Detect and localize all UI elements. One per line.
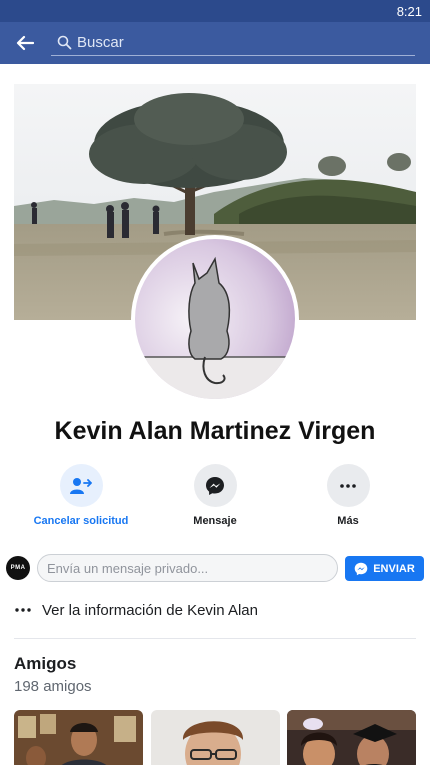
cancel-request-label: Cancelar solicitud [33, 515, 129, 527]
messenger-icon [206, 476, 224, 495]
back-button[interactable] [12, 30, 38, 56]
cancel-request-button[interactable]: Cancelar solicitud [26, 464, 136, 527]
more-icon-circle[interactable] [326, 464, 370, 507]
message-button[interactable]: Mensaje [160, 464, 270, 527]
message-icon-circle[interactable] [193, 464, 237, 507]
friends-title[interactable]: Amigos [14, 654, 76, 674]
more-dots-icon [340, 483, 356, 488]
status-bar: 8:21 [0, 0, 430, 22]
send-button[interactable]: ENVIAR [345, 556, 424, 581]
friends-count: 198 amigos [14, 678, 92, 695]
person-arrow-icon [70, 477, 92, 494]
search-icon [53, 32, 75, 54]
friend-thumbnail[interactable] [14, 710, 143, 765]
status-time: 8:21 [396, 4, 422, 19]
profile-avatar[interactable] [131, 235, 299, 403]
private-message-input[interactable] [37, 554, 338, 582]
message-bar: PMA ENVIAR [6, 553, 424, 583]
back-arrow-icon [16, 35, 34, 51]
search-bar[interactable] [51, 30, 415, 56]
divider [14, 638, 416, 639]
messenger-icon [354, 562, 368, 575]
friend-thumbnail[interactable] [151, 710, 280, 765]
about-link-label: Ver la información de Kevin Alan [42, 601, 258, 619]
profile-name: Kevin Alan Martinez Virgen [54, 417, 376, 445]
more-button[interactable]: Más [293, 464, 403, 527]
message-label: Mensaje [193, 515, 237, 527]
search-input[interactable] [77, 34, 397, 51]
cancel-request-icon-circle[interactable] [59, 464, 103, 507]
about-link[interactable]: Ver la información de Kevin Alan [14, 598, 416, 622]
friend-thumbnail[interactable] [287, 710, 416, 765]
send-label: ENVIAR [373, 562, 415, 575]
page-logo-avatar: PMA [6, 556, 30, 580]
more-label: Más [337, 515, 359, 527]
more-dots-icon [14, 608, 32, 612]
app-bar [0, 22, 430, 64]
